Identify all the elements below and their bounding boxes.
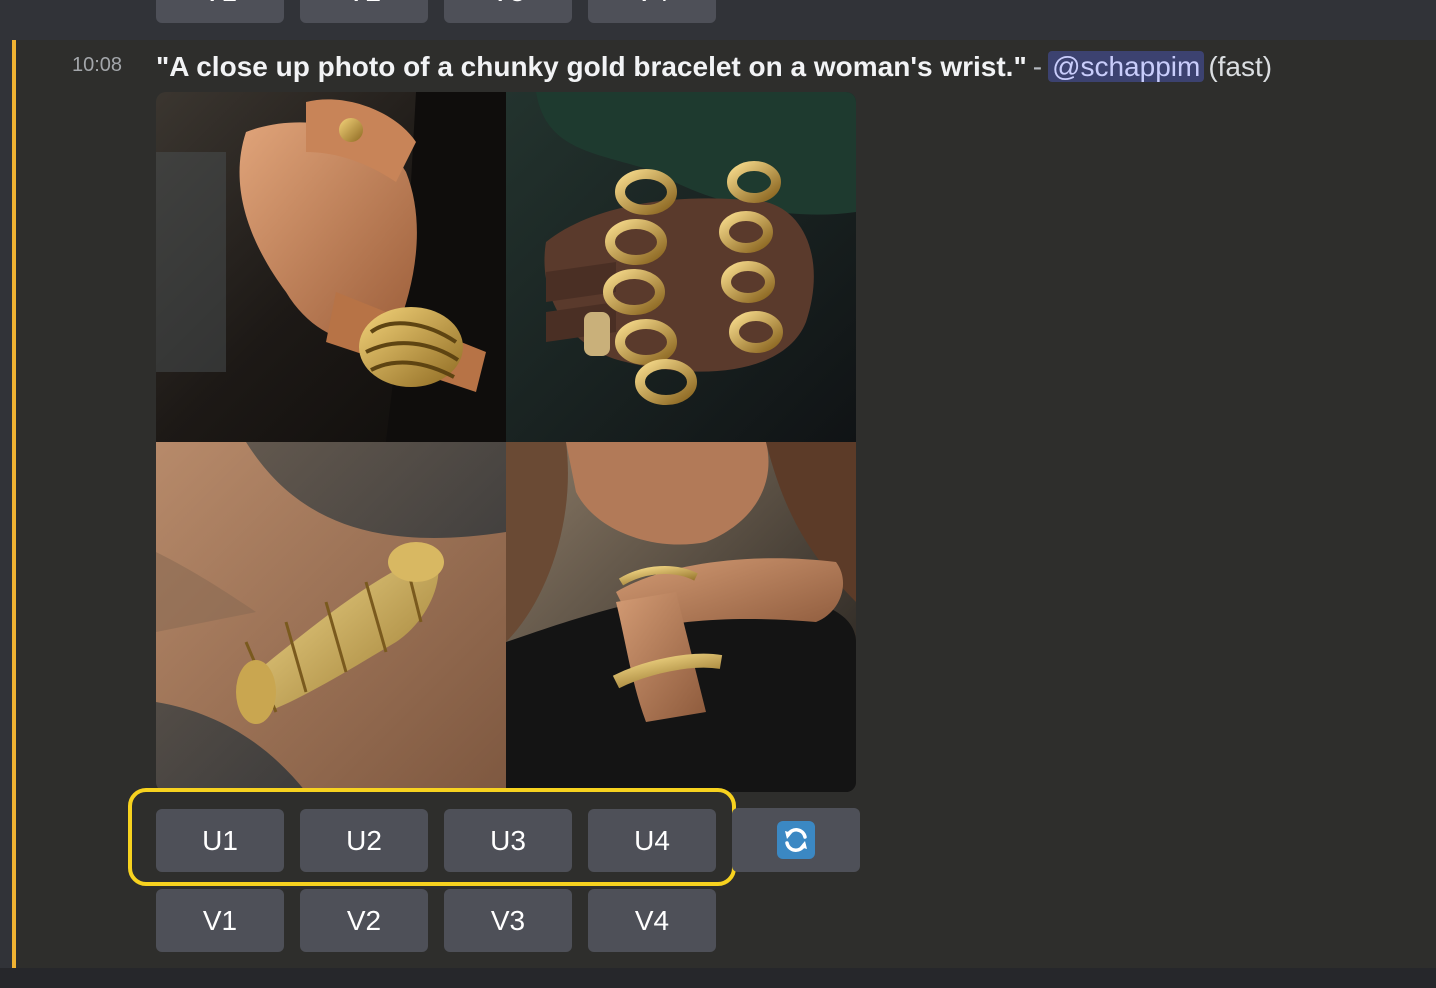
image-grid[interactable] — [156, 92, 856, 792]
crossed-arms-image — [506, 442, 856, 792]
image-tile-3[interactable] — [156, 442, 506, 792]
image-tile-1[interactable] — [156, 92, 506, 442]
u2-button[interactable]: U2 — [300, 809, 428, 872]
v3-button[interactable]: V3 — [444, 889, 572, 952]
chunky-chain-image — [506, 92, 856, 442]
mesh-bracelet-image — [156, 442, 506, 792]
u4-button[interactable]: U4 — [588, 809, 716, 872]
message-timestamp: 10:08 — [72, 54, 123, 76]
prompt-text: "A close up photo of a chunky gold brace… — [156, 51, 1027, 82]
prev-v2-button[interactable]: V2 — [300, 0, 428, 23]
bottom-divider — [0, 968, 1436, 988]
v1-button[interactable]: V1 — [156, 889, 284, 952]
v4-button[interactable]: V4 — [588, 889, 716, 952]
upscale-buttons: U1 U2 U3 U4 — [156, 809, 716, 872]
image-tile-4[interactable] — [506, 442, 856, 792]
u1-button[interactable]: U1 — [156, 809, 284, 872]
speed-label: (fast) — [1208, 51, 1273, 82]
reroll-button[interactable] — [732, 808, 860, 872]
image-tile-2[interactable] — [506, 92, 856, 442]
separator: - — [1032, 51, 1043, 82]
u3-button[interactable]: U3 — [444, 809, 572, 872]
message-header: "A close up photo of a chunky gold brace… — [156, 48, 1272, 86]
woven-bracelet-image — [156, 92, 506, 442]
prev-v3-button[interactable]: V3 — [444, 0, 572, 23]
variation-buttons: V1 V2 V3 V4 — [156, 889, 716, 952]
user-mention[interactable]: @schappim — [1048, 51, 1205, 82]
previous-variation-buttons: V1 V2 V3 V4 — [156, 0, 716, 23]
chat-view: V1 V2 V3 V4 10:08 "A close up photo of a… — [0, 0, 1436, 988]
prev-v1-button[interactable]: V1 — [156, 0, 284, 23]
v2-button[interactable]: V2 — [300, 889, 428, 952]
prev-v4-button[interactable]: V4 — [588, 0, 716, 23]
reroll-icon — [777, 821, 815, 859]
